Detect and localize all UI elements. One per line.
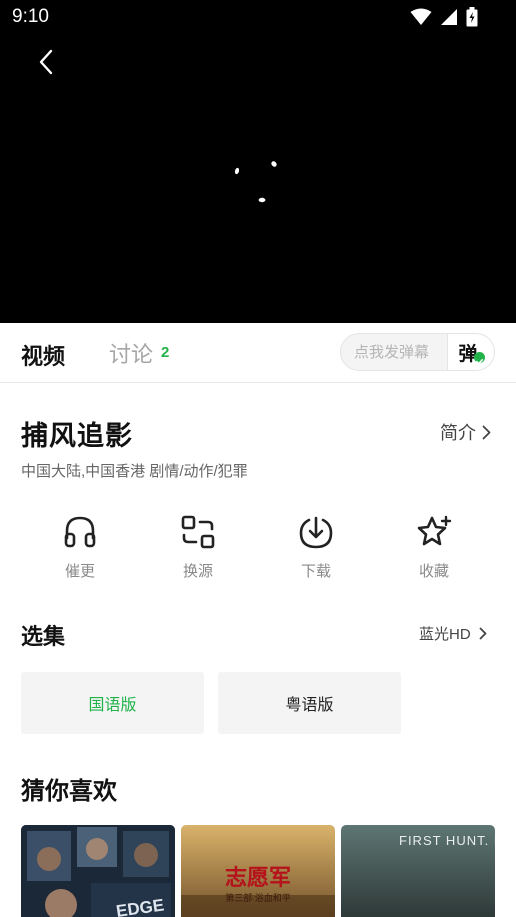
tab-bar: 视频 讨论 2 弹	[0, 323, 516, 383]
recommend-poster[interactable]: 志愿军 第三部 浴血和平	[181, 825, 335, 917]
action-label: 下载	[300, 563, 331, 580]
movie-meta: 中国大陆,中国香港 剧情/动作/犯罪	[21, 463, 248, 480]
switch-source-icon	[181, 515, 215, 549]
danmu-input[interactable]	[341, 334, 449, 370]
action-favorite[interactable]: 收藏	[394, 514, 474, 581]
danmu-bar: 弹	[340, 333, 495, 371]
quality-label: 蓝光HD	[419, 626, 471, 643]
poster-art: EDGE	[21, 825, 175, 917]
video-player[interactable]: 9:10	[0, 0, 516, 323]
tab-discuss[interactable]: 讨论	[109, 337, 153, 369]
episodes-heading: 选集	[21, 624, 66, 649]
action-download[interactable]: 下载	[276, 514, 356, 581]
poster-art: 志愿军 第三部 浴血和平	[181, 825, 335, 917]
episode-mandarin[interactable]: 国语版	[21, 672, 204, 734]
headphones-icon	[64, 516, 96, 548]
poster-caption: 志愿军	[225, 865, 291, 891]
poster-subcaption: 第三部 浴血和平	[225, 892, 291, 903]
recommend-poster[interactable]: EDGE	[21, 825, 175, 917]
danmu-toggle-button[interactable]: 弹	[447, 334, 494, 370]
action-label: 催更	[64, 563, 95, 580]
signal-icon	[440, 8, 458, 30]
chevron-left-icon	[39, 49, 53, 75]
poster-caption: FIRST HUNT. LAST CHANCE.	[399, 833, 495, 848]
star-icon	[417, 515, 452, 546]
wifi-icon	[410, 8, 432, 30]
intro-label: 简介	[440, 423, 476, 443]
movie-title: 捕风追影	[21, 421, 133, 451]
recommend-poster[interactable]: FIRST HUNT. LAST CHANCE.	[341, 825, 495, 917]
episode-label: 国语版	[88, 697, 137, 714]
download-icon	[299, 516, 333, 549]
status-time: 9:10	[12, 6, 49, 27]
recommend-heading: 猜你喜欢	[21, 778, 117, 805]
chevron-right-icon	[482, 425, 491, 439]
action-urge-update[interactable]: 催更	[40, 514, 120, 581]
intro-link[interactable]: 简介	[440, 419, 491, 445]
loading-spinner-icon	[234, 161, 277, 203]
episode-cantonese[interactable]: 粤语版	[218, 672, 401, 734]
action-switch-source[interactable]: 换源	[158, 514, 238, 581]
quality-selector[interactable]: 蓝光HD	[419, 623, 487, 644]
check-badge-icon	[474, 352, 485, 365]
back-button[interactable]	[30, 46, 62, 78]
action-label: 换源	[182, 563, 213, 580]
episode-label: 粤语版	[285, 697, 334, 714]
chevron-right-icon	[479, 627, 487, 640]
discuss-count-badge: 2	[161, 344, 170, 361]
status-bar: 9:10	[0, 0, 516, 34]
battery-icon	[466, 7, 478, 31]
action-label: 收藏	[418, 563, 449, 580]
poster-art: FIRST HUNT. LAST CHANCE.	[341, 825, 495, 917]
tab-video[interactable]: 视频	[21, 339, 65, 371]
